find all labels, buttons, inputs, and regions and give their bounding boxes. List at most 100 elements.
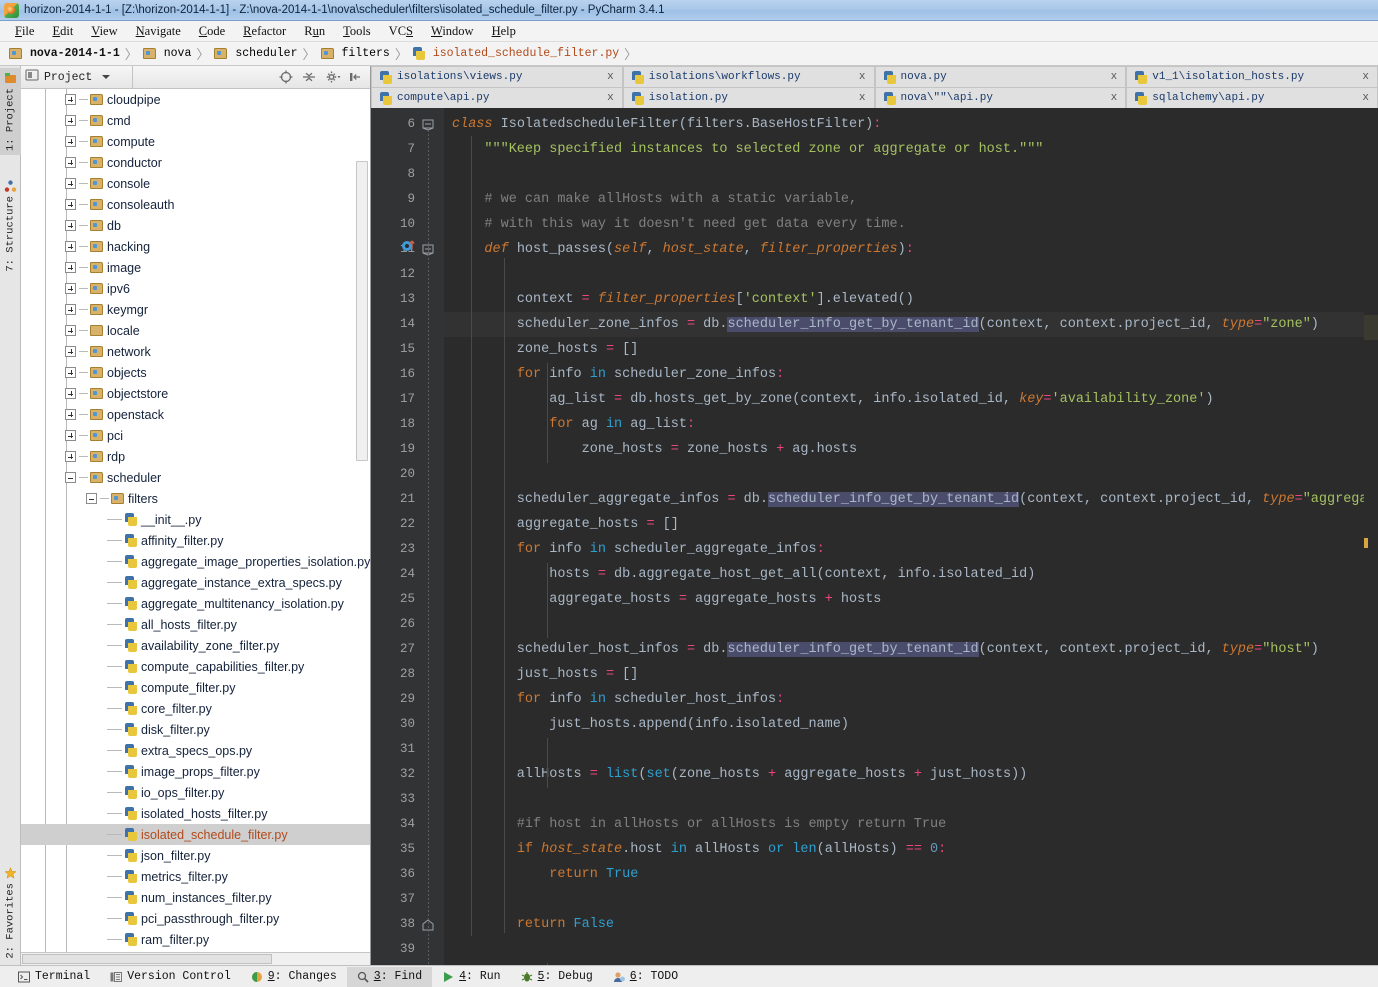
close-icon[interactable]: x (1344, 71, 1369, 83)
statusbar-button-find[interactable]: 3: Find (346, 966, 433, 987)
code-line[interactable] (444, 787, 1364, 812)
statusbar-button-changes[interactable]: 9: Changes (241, 967, 347, 987)
tree-item-num-instances-filter-py[interactable]: num_instances_filter.py (21, 887, 370, 908)
statusbar-button-version-control[interactable]: Version Control (100, 967, 241, 987)
tree-item-isolated-schedule-filter-py[interactable]: isolated_schedule_filter.py (21, 824, 370, 845)
tree-item-cmd[interactable]: cmd (21, 110, 370, 131)
code-content[interactable]: class IsolatedscheduleFilter(filters.Bas… (444, 108, 1364, 965)
tree-item-objectstore[interactable]: objectstore (21, 383, 370, 404)
tree-item-cloudpipe[interactable]: cloudpipe (21, 89, 370, 110)
menu-item-help[interactable]: Help (483, 23, 525, 40)
tree-expander-plus-icon[interactable] (65, 199, 76, 210)
menu-item-view[interactable]: View (82, 23, 126, 40)
code-line[interactable]: def host_passes(self, host_state, filter… (444, 237, 1364, 262)
tree-expander-plus-icon[interactable] (65, 409, 76, 420)
code-line[interactable] (444, 612, 1364, 637)
tree-item-extra-specs-ops-py[interactable]: extra_specs_ops.py (21, 740, 370, 761)
code-line[interactable]: # with this way it doesn't need get data… (444, 212, 1364, 237)
code-line[interactable]: just_hosts = [] (444, 662, 1364, 687)
code-line[interactable]: for ag in ag_list: (444, 412, 1364, 437)
tree-item-conductor[interactable]: conductor (21, 152, 370, 173)
tree-item-pci[interactable]: pci (21, 425, 370, 446)
breadcrumb-item-nova[interactable]: nova (140, 47, 195, 60)
code-line[interactable] (444, 462, 1364, 487)
code-line[interactable]: #if host in allHosts or allHosts is empt… (444, 812, 1364, 837)
tree-item-ram-filter-py[interactable]: ram_filter.py (21, 929, 370, 950)
tree-expander-minus-icon[interactable] (86, 493, 97, 504)
tree-expander-plus-icon[interactable] (65, 157, 76, 168)
editor-tab-nova-api-py[interactable]: nova\""\api.py x (874, 87, 1127, 108)
tree-expander-plus-icon[interactable] (65, 178, 76, 189)
code-line[interactable]: for info in scheduler_aggregate_infos: (444, 537, 1364, 562)
code-line[interactable]: zone_hosts = zone_hosts + ag.hosts (444, 437, 1364, 462)
menu-item-navigate[interactable]: Navigate (127, 23, 190, 40)
tree-expander-plus-icon[interactable] (65, 241, 76, 252)
breadcrumb-item-scheduler[interactable]: scheduler (211, 47, 300, 60)
tree-item-filters[interactable]: filters (21, 488, 370, 509)
menu-item-window[interactable]: Window (422, 23, 483, 40)
tree-item-aggregate-instance-extra-specs-py[interactable]: aggregate_instance_extra_specs.py (21, 572, 370, 593)
sidebar-item-favorites[interactable]: 2: Favorites (0, 863, 21, 963)
editor-tab-compute-api-py[interactable]: compute\api.py x (371, 87, 623, 108)
tree-item--init-py[interactable]: __init__.py (21, 509, 370, 530)
tree-item-image[interactable]: image (21, 257, 370, 278)
code-line[interactable]: allHosts = list(set(zone_hosts + aggrega… (444, 762, 1364, 787)
project-tree[interactable]: cloudpipe cmd compute conductor console conso… (21, 89, 370, 952)
tree-expander-plus-icon[interactable] (65, 346, 76, 357)
tree-expander-plus-icon[interactable] (65, 304, 76, 315)
editor-tab-nova-py[interactable]: nova.py x (874, 66, 1127, 87)
tree-item-console[interactable]: console (21, 173, 370, 194)
code-line[interactable]: if host_state.host in allHosts or len(al… (444, 837, 1364, 862)
collapse-all-icon[interactable] (302, 70, 316, 84)
code-line[interactable]: just_hosts.append(info.isolated_name) (444, 712, 1364, 737)
menu-item-code[interactable]: Code (190, 23, 234, 40)
tree-expander-plus-icon[interactable] (65, 94, 76, 105)
code-line[interactable] (444, 937, 1364, 962)
tree-item-compute[interactable]: compute (21, 131, 370, 152)
breadcrumb-item-nova-2014-1-1[interactable]: nova-2014-1-1 (6, 47, 123, 60)
tree-item-core-filter-py[interactable]: core_filter.py (21, 698, 370, 719)
editor-tab-isolations-views-py[interactable]: isolations\views.py x (371, 66, 623, 87)
code-line[interactable]: scheduler_host_infos = db.scheduler_info… (444, 637, 1364, 662)
tree-item-keymgr[interactable]: keymgr (21, 299, 370, 320)
close-icon[interactable]: x (1344, 92, 1369, 104)
tree-expander-plus-icon[interactable] (65, 325, 76, 336)
tree-item-rdp[interactable]: rdp (21, 446, 370, 467)
project-panel-title-combo[interactable]: Project (25, 66, 133, 88)
tree-item-json-filter-py[interactable]: json_filter.py (21, 845, 370, 866)
tree-item-affinity-filter-py[interactable]: affinity_filter.py (21, 530, 370, 551)
tree-item-isolated-hosts-filter-py[interactable]: isolated_hosts_filter.py (21, 803, 370, 824)
editor-tab-isolation-py[interactable]: isolation.py x (622, 87, 875, 108)
code-line[interactable]: class IsolatedscheduleFilter(filters.Bas… (444, 112, 1364, 137)
editor-tab-v1-1-isolation-hosts-py[interactable]: v1_1\isolation_hosts.py x (1126, 66, 1378, 87)
tree-item-compute-capabilities-filter-py[interactable]: compute_capabilities_filter.py (21, 656, 370, 677)
breadcrumb-item-isolated-schedule-filter-py[interactable]: isolated_schedule_filter.py (410, 47, 622, 60)
tree-item-locale[interactable]: locale (21, 320, 370, 341)
code-editor[interactable]: 6789101112131415161718192021222324252627… (371, 108, 1378, 965)
code-line[interactable]: aggregate_hosts = [] (444, 512, 1364, 537)
code-line[interactable]: ag_list = db.hosts_get_by_zone(context, … (444, 387, 1364, 412)
code-line[interactable]: # we can make allHosts with a static var… (444, 187, 1364, 212)
tree-expander-plus-icon[interactable] (65, 388, 76, 399)
tree-item-openstack[interactable]: openstack (21, 404, 370, 425)
menu-item-vcs[interactable]: VCS (380, 23, 422, 40)
project-tree-scrollbar[interactable] (356, 161, 368, 461)
code-line[interactable]: return False (444, 912, 1364, 937)
project-tree-hscrollbar[interactable] (21, 952, 370, 965)
override-method-icon[interactable] (401, 237, 417, 253)
close-icon[interactable]: x (589, 92, 614, 104)
code-line[interactable]: aggregate_hosts = aggregate_hosts + host… (444, 587, 1364, 612)
statusbar-button-terminal[interactable]: Terminal (8, 967, 100, 987)
close-icon[interactable]: x (589, 71, 614, 83)
code-line[interactable]: hosts = db.aggregate_host_get_all(contex… (444, 562, 1364, 587)
tree-item-availability-zone-filter-py[interactable]: availability_zone_filter.py (21, 635, 370, 656)
tree-item-hacking[interactable]: hacking (21, 236, 370, 257)
editor-tab-sqlalchemy-api-py[interactable]: sqlalchemy\api.py x (1126, 87, 1378, 108)
code-line[interactable]: scheduler_aggregate_infos = db.scheduler… (444, 487, 1364, 512)
code-line[interactable] (444, 737, 1364, 762)
tree-item-io-ops-filter-py[interactable]: io_ops_filter.py (21, 782, 370, 803)
hide-panel-icon[interactable] (348, 70, 362, 84)
tree-item-compute-filter-py[interactable]: compute_filter.py (21, 677, 370, 698)
target-icon[interactable] (279, 70, 293, 84)
tree-expander-plus-icon[interactable] (65, 115, 76, 126)
